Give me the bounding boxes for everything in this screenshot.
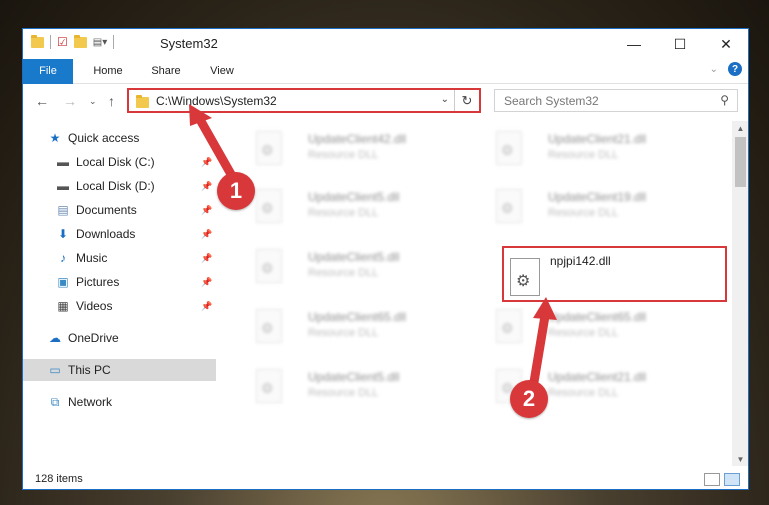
annotation-overlay: [189, 104, 557, 387]
arrow-2: [529, 311, 550, 387]
arrow-1: [193, 111, 237, 181]
arrow-2-head: [533, 297, 557, 320]
step-2-badge: 2: [510, 380, 548, 418]
step-1-badge: 1: [217, 172, 255, 210]
